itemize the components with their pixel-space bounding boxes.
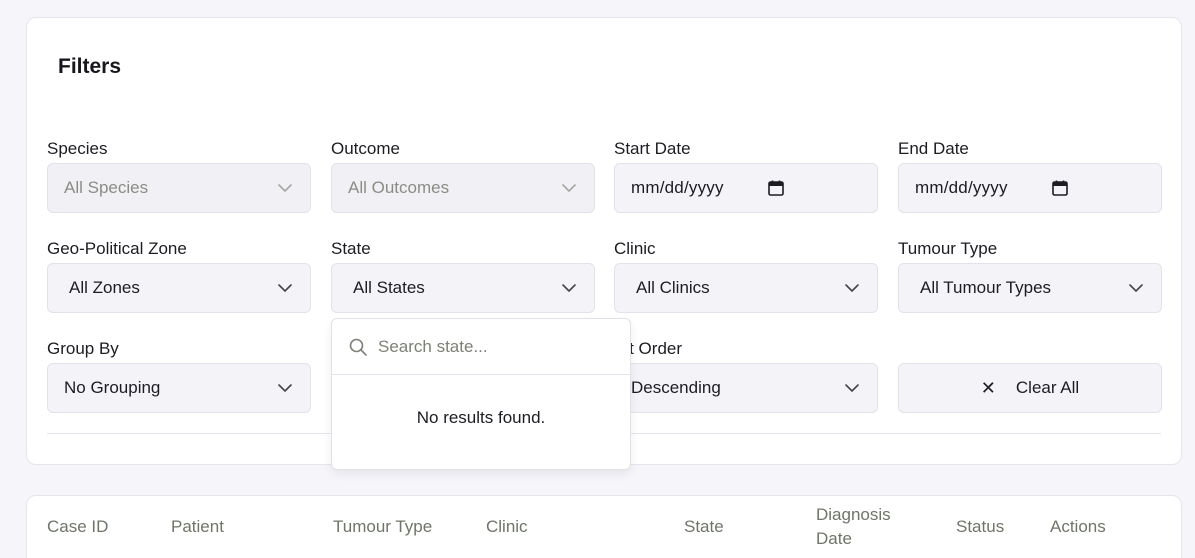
species-select[interactable]: All Species (47, 163, 311, 213)
close-icon: ✕ (980, 377, 996, 398)
start-date-input[interactable]: mm/dd/yyyy (614, 163, 878, 213)
column-header-patient[interactable]: Patient (171, 517, 224, 537)
chevron-down-icon (562, 184, 576, 192)
zone-select[interactable]: All Zones (47, 263, 311, 313)
column-header-state[interactable]: State (684, 517, 724, 537)
clear-all-button[interactable]: ✕ Clear All (898, 363, 1162, 413)
end-date-input[interactable]: mm/dd/yyyy (898, 163, 1162, 213)
state-search-row (332, 319, 630, 375)
no-results-message: No results found. (416, 408, 546, 427)
column-header-status[interactable]: Status (956, 517, 1004, 537)
end-date-placeholder: mm/dd/yyyy (915, 178, 1008, 197)
column-header-tumour-type[interactable]: Tumour Type (333, 517, 432, 537)
calendar-icon[interactable] (768, 180, 784, 196)
chevron-down-icon (278, 284, 292, 292)
tumour-type-label: Tumour Type (898, 239, 998, 258)
state-label: State (331, 239, 371, 258)
cases-table: Case ID Patient Tumour Type Clinic State… (26, 495, 1182, 558)
tumour-type-select[interactable]: All Tumour Types (898, 263, 1162, 313)
species-value: All Species (64, 178, 149, 197)
clinic-label: Clinic (614, 239, 656, 258)
column-header-diagnosis[interactable]: Diagnosis (816, 505, 891, 525)
start-date-label: Start Date (614, 139, 691, 158)
state-search-input[interactable] (378, 336, 608, 357)
chevron-down-icon (278, 384, 292, 392)
filters-title: Filters (58, 55, 122, 78)
chevron-down-icon (562, 284, 576, 292)
species-label: Species (47, 139, 108, 158)
clear-all-label: Clear All (1015, 378, 1080, 397)
chevron-down-icon (845, 384, 859, 392)
calendar-icon[interactable] (1052, 180, 1068, 196)
group-by-value: No Grouping (64, 378, 161, 397)
group-by-select[interactable]: No Grouping (47, 363, 311, 413)
column-header-case-id[interactable]: Case ID (47, 517, 108, 537)
group-by-label: Group By (47, 339, 119, 358)
outcome-select[interactable]: All Outcomes (331, 163, 595, 213)
zone-label: Geo-Political Zone (47, 239, 187, 258)
end-date-label: End Date (898, 139, 969, 158)
column-header-date[interactable]: Date (816, 529, 852, 549)
clinic-value: All Clinics (636, 278, 710, 297)
sort-order-select[interactable]: Descending (614, 363, 878, 413)
outcome-label: Outcome (331, 139, 400, 158)
column-header-clinic[interactable]: Clinic (486, 517, 528, 537)
zone-value: All Zones (69, 278, 140, 297)
chevron-down-icon (278, 184, 292, 192)
chevron-down-icon (1129, 284, 1143, 292)
tumour-type-value: All Tumour Types (920, 278, 1052, 297)
clinic-select[interactable]: All Clinics (614, 263, 878, 313)
state-value: All States (353, 278, 425, 297)
state-dropdown: No results found. (331, 318, 631, 470)
state-select[interactable]: All States (331, 263, 595, 313)
search-icon (349, 338, 367, 356)
start-date-placeholder: mm/dd/yyyy (631, 178, 724, 197)
chevron-down-icon (845, 284, 859, 292)
outcome-value: All Outcomes (348, 178, 450, 197)
column-header-actions[interactable]: Actions (1050, 517, 1106, 537)
